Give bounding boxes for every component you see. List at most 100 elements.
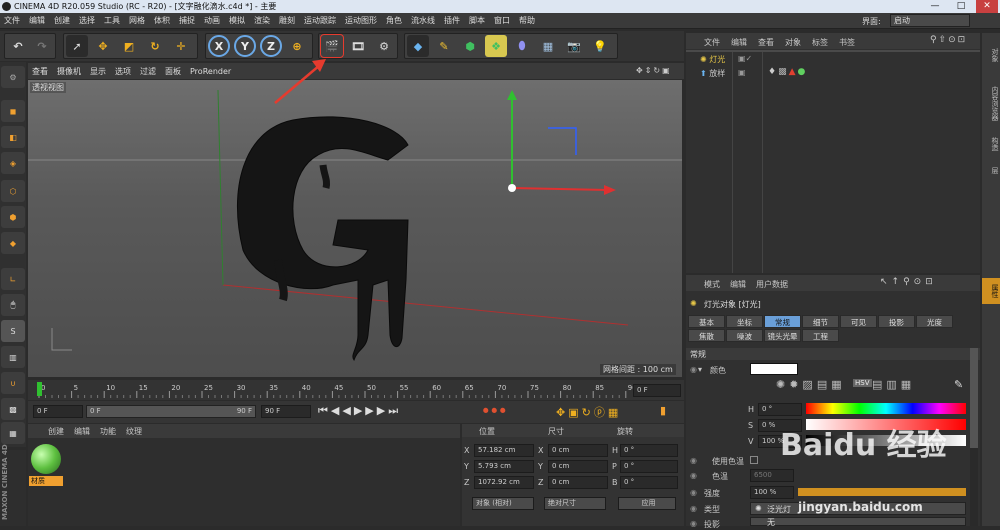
render-view-icon[interactable]: 🎬 bbox=[320, 34, 344, 58]
make-editable-icon[interactable]: ⚙ bbox=[1, 66, 25, 88]
attribute-tab[interactable]: 噪波 bbox=[726, 329, 763, 342]
menu-sculpt[interactable]: 雕刻 bbox=[279, 15, 295, 26]
material-menu-edit[interactable]: 编辑 bbox=[74, 426, 90, 437]
attribute-menu-mode[interactable]: 模式 bbox=[704, 279, 720, 290]
render-settings-icon[interactable]: ⚙ bbox=[373, 35, 395, 57]
world-coordinates-icon[interactable]: ⊕ bbox=[286, 35, 308, 57]
viewport-menu-prorender[interactable]: ProRender bbox=[190, 67, 231, 76]
color-radio-icon[interactable]: ◉ bbox=[690, 365, 697, 374]
position-field[interactable]: 5.793 cm bbox=[474, 460, 534, 473]
camera-icon[interactable]: 📷 bbox=[563, 35, 585, 57]
playback-controls[interactable]: ⏮◀◀▶▶▶⏭ bbox=[318, 404, 401, 418]
attribute-tab[interactable]: 基本 bbox=[688, 315, 725, 328]
tab-attributes[interactable]: 属性 bbox=[982, 278, 1000, 304]
attribute-tab[interactable]: 常规 bbox=[764, 315, 801, 328]
intensity-field[interactable]: 100 % bbox=[750, 486, 794, 499]
checker-icon[interactable]: ▩ bbox=[1, 398, 25, 420]
attribute-nav-icons[interactable]: ↖↑⚲⊙⊡ bbox=[880, 277, 937, 287]
viewport-menu-camera[interactable]: 摄像机 bbox=[57, 66, 81, 77]
rotation-field[interactable]: 0 ° bbox=[620, 444, 678, 457]
intensity-radio-icon[interactable]: ◉ bbox=[690, 488, 697, 497]
attribute-tab[interactable]: 细节 bbox=[802, 315, 839, 328]
render-picture-viewer-icon[interactable]: 🎞 bbox=[347, 35, 369, 57]
select-arrow-icon[interactable]: ➚ bbox=[66, 35, 88, 57]
size-mode-select[interactable]: 绝对尺寸 bbox=[544, 497, 606, 510]
eyedropper-icon[interactable]: ✎ bbox=[954, 378, 963, 391]
h-field[interactable]: 0 ° bbox=[758, 403, 802, 416]
type-radio-icon[interactable]: ◉ bbox=[690, 504, 697, 513]
intensity-slider[interactable] bbox=[798, 488, 966, 496]
object-menu-view[interactable]: 查看 bbox=[758, 37, 774, 48]
tweak-mode-icon[interactable]: 🖱 bbox=[1, 294, 25, 316]
color-picker-tools[interactable]: ✺✹▨▤▦ bbox=[776, 378, 846, 391]
undo-icon[interactable]: ↶ bbox=[7, 35, 29, 57]
shadow-radio-icon[interactable]: ◉ bbox=[690, 519, 697, 528]
attribute-menu-edit[interactable]: 编辑 bbox=[730, 279, 746, 290]
menu-window[interactable]: 窗口 bbox=[494, 15, 510, 26]
z-axis-lock-icon[interactable]: Z bbox=[260, 35, 282, 57]
use-temp-checkbox[interactable] bbox=[750, 456, 758, 464]
size-field[interactable]: 0 cm bbox=[548, 460, 608, 473]
tab-content-browser[interactable]: 内容浏览器 bbox=[982, 78, 1000, 128]
pen-spline-icon[interactable]: ✎ bbox=[433, 35, 455, 57]
attribute-tab[interactable]: 可见 bbox=[840, 315, 877, 328]
object-search-icons[interactable]: ⚲⇧⊙⊡ bbox=[930, 35, 967, 45]
menu-character[interactable]: 角色 bbox=[386, 15, 402, 26]
close-button[interactable]: ✕ bbox=[976, 0, 998, 13]
menu-select[interactable]: 选择 bbox=[79, 15, 95, 26]
menu-script[interactable]: 脚本 bbox=[469, 15, 485, 26]
menu-pipeline[interactable]: 流水线 bbox=[411, 15, 435, 26]
color-mode-tools[interactable]: ▤▥▦ bbox=[872, 378, 915, 391]
model-mode-icon[interactable]: ◼ bbox=[1, 100, 25, 122]
menu-simulate[interactable]: 模拟 bbox=[229, 15, 245, 26]
transform-icon[interactable]: ✛ bbox=[170, 35, 192, 57]
cube-object-icon[interactable]: ◆ bbox=[407, 35, 429, 57]
object-menu-edit[interactable]: 编辑 bbox=[731, 37, 747, 48]
apply-button[interactable]: 应用 bbox=[618, 497, 676, 510]
attribute-menu-userdata[interactable]: 用户数据 bbox=[756, 279, 788, 290]
tab-layers[interactable]: 层 bbox=[982, 160, 1000, 180]
size-field[interactable]: 0 cm bbox=[548, 444, 608, 457]
attribute-tab[interactable]: 坐标 bbox=[726, 315, 763, 328]
minimize-button[interactable]: — bbox=[924, 0, 946, 13]
texture-mode-icon[interactable]: ◧ bbox=[1, 126, 25, 148]
menu-render[interactable]: 渲染 bbox=[254, 15, 270, 26]
viewport-nav-icons[interactable]: ✥⇕↻▣ bbox=[636, 66, 672, 75]
timeline-window-icon[interactable]: ▮ bbox=[660, 404, 666, 417]
viewport-menu-filter[interactable]: 过滤 bbox=[140, 66, 156, 77]
rotation-field[interactable]: 0 ° bbox=[620, 476, 678, 489]
rotate-icon[interactable]: ↻ bbox=[144, 35, 166, 57]
timeline-ruler[interactable]: 051015202530354045505560657075808590 0 F bbox=[28, 380, 684, 400]
attribute-tab[interactable]: 光度 bbox=[916, 315, 953, 328]
array-generator-icon[interactable]: ❖ bbox=[485, 35, 507, 57]
material-menu-create[interactable]: 创建 bbox=[48, 426, 64, 437]
hue-slider[interactable] bbox=[806, 403, 966, 414]
temp-radio-icon[interactable]: ◉ bbox=[690, 471, 697, 480]
deformer-icon[interactable]: ⬮ bbox=[511, 35, 533, 57]
frame-range-slider[interactable]: 0 F 90 F bbox=[86, 405, 256, 418]
menu-help[interactable]: 帮助 bbox=[519, 15, 535, 26]
start-frame-field[interactable]: 0 F bbox=[33, 405, 83, 418]
use-temp-radio-icon[interactable]: ◉ bbox=[690, 456, 697, 465]
playhead[interactable] bbox=[37, 382, 42, 396]
material-swatch[interactable] bbox=[31, 444, 61, 474]
viewport-menu-view[interactable]: 查看 bbox=[32, 66, 48, 77]
shadow-select[interactable]: 无 bbox=[750, 517, 966, 527]
menu-tools[interactable]: 工具 bbox=[104, 15, 120, 26]
subdivision-surface-icon[interactable]: ⬢ bbox=[459, 35, 481, 57]
material-menu-function[interactable]: 功能 bbox=[100, 426, 116, 437]
attribute-tab[interactable]: 镜头光晕 bbox=[764, 329, 801, 342]
temp-field[interactable]: 6500 bbox=[750, 469, 794, 482]
end-time-field[interactable]: 90 F bbox=[261, 405, 311, 418]
object-menu-file[interactable]: 文件 bbox=[704, 37, 720, 48]
key-type-controls[interactable]: ✥▣↻ⓟ▦ bbox=[556, 404, 621, 420]
color-expand-icon[interactable]: ▾ bbox=[698, 365, 702, 374]
rotation-field[interactable]: 0 ° bbox=[620, 460, 678, 473]
loft-tag-icons[interactable]: ♦▩▲● bbox=[768, 67, 807, 77]
object-menu-objects[interactable]: 对象 bbox=[785, 37, 801, 48]
x-axis-lock-icon[interactable]: X bbox=[208, 35, 230, 57]
loft-visibility-icons[interactable]: ▣ bbox=[738, 68, 746, 77]
workplane-mode-icon[interactable]: ◈ bbox=[1, 152, 25, 174]
object-row-light[interactable]: ✺ 灯光 bbox=[700, 54, 725, 65]
viewport-menu-panel[interactable]: 面板 bbox=[165, 66, 181, 77]
